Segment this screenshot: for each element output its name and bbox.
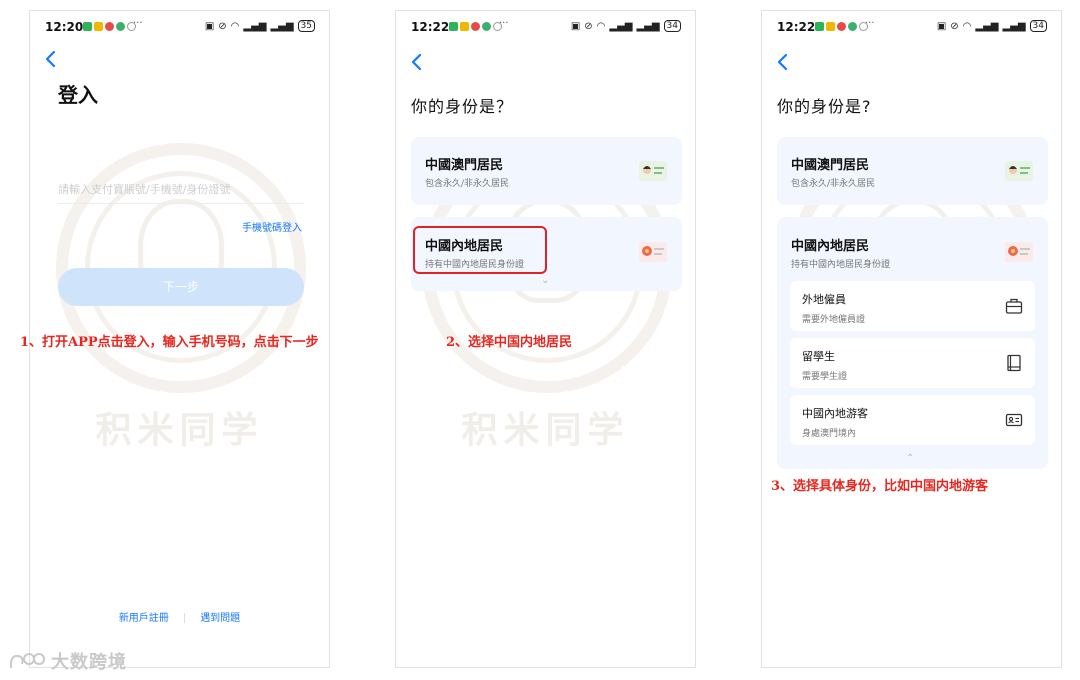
selection-highlight [413, 226, 547, 274]
chevron-up-icon[interactable]: ⌃ [906, 453, 914, 464]
more-notifications-icon: ··· [865, 18, 875, 29]
wifi-icon: ◠ [230, 20, 240, 32]
wifi-icon: ◠ [596, 20, 606, 32]
watermark-text: 积米同学 [95, 410, 264, 451]
sub-option-foreign-worker[interactable]: 外地僱員 需要外地僱員證 [790, 281, 1035, 331]
mainland-id-card-icon [639, 242, 667, 262]
status-bar: 12:20 ··· ▣ ⊘ ◠ ▂▄▆ ▂▄▆ 35 [45, 18, 315, 36]
chevron-down-icon[interactable]: ⌄ [541, 275, 549, 286]
phone-screen-identity-detail: 积米同学 12:22 ··· ▣ ⊘ ◠ ▂▄▆ ▂▄▆ 34 你的身份是? 中… [761, 10, 1062, 668]
signal-icon: ▂▄▆ [975, 20, 999, 32]
sub-option-student[interactable]: 留學生 需要學生證 [790, 338, 1035, 388]
watermark-text: 积米同学 [461, 410, 630, 451]
status-time: 12:20 [45, 20, 84, 34]
signal-icon: ▂▄▆ [609, 20, 633, 32]
register-link[interactable]: 新用戶註冊 [119, 613, 169, 624]
corner-logo: 大数跨境 [8, 648, 127, 674]
book-icon [1007, 354, 1021, 372]
identity-question: 你的身份是? [777, 97, 872, 116]
help-link[interactable]: 遇到問題 [200, 613, 240, 624]
status-bar: 12:22 ··· ▣ ⊘ ◠ ▂▄▆ ▂▄▆ 34 [411, 18, 681, 36]
signal-icon: ▂▄▆ [636, 20, 660, 32]
notification-icons [83, 22, 136, 31]
signal-icon: ▂▄▆ [243, 20, 267, 32]
mute-icon: ⊘ [950, 20, 959, 32]
app-notification-icon [826, 22, 835, 31]
id-card-icon [1005, 413, 1023, 427]
back-arrow-icon[interactable] [409, 52, 425, 72]
option-title: 中國澳門居民 [425, 158, 504, 173]
option-macau-resident[interactable]: 中國澳門居民 包含永久/非永久居民 [777, 137, 1048, 205]
back-arrow-icon[interactable] [43, 49, 59, 69]
option-title: 中國澳門居民 [791, 158, 870, 173]
battery-icon: 35 [297, 20, 315, 32]
nfc-icon: ▣ [204, 20, 215, 32]
sub-option-mainland-tourist[interactable]: 中國內地游客 身處澳門境內 [790, 395, 1035, 445]
logo-mark-icon [9, 653, 45, 669]
mute-icon: ⊘ [584, 20, 593, 32]
option-title: 中國內地居民 [791, 239, 870, 254]
sub-option-title: 外地僱員 [802, 293, 846, 306]
system-status-icons: ▣ ⊘ ◠ ▂▄▆ ▂▄▆ 34 [571, 20, 681, 32]
signal-icon: ▂▄▆ [270, 20, 294, 32]
bottom-links: 新用戶註冊 遇到問題 [30, 609, 329, 624]
notification-icons [815, 22, 868, 31]
back-arrow-icon[interactable] [775, 52, 791, 72]
app-notification-icon [460, 22, 469, 31]
logo-text: 大数跨境 [51, 652, 127, 673]
sub-option-subtitle: 需要學生證 [802, 372, 848, 382]
page-title: 登入 [58, 83, 98, 107]
more-notifications-icon: ··· [499, 18, 509, 29]
option-subtitle: 包含永久/非永久居民 [791, 179, 876, 189]
app-notification-icon [471, 22, 480, 31]
app-notification-icon [116, 22, 125, 31]
signal-icon: ▂▄▆ [1002, 20, 1026, 32]
mainland-id-card-icon [1005, 242, 1033, 262]
sub-option-title: 中國內地游客 [802, 407, 868, 420]
app-notification-icon [837, 22, 846, 31]
more-notifications-icon: ··· [133, 18, 143, 29]
sub-option-subtitle: 身處澳門境內 [802, 429, 857, 439]
next-button[interactable]: 下一步 [58, 268, 304, 306]
mute-icon: ⊘ [218, 20, 227, 32]
option-macau-resident[interactable]: 中國澳門居民 包含永久/非永久居民 [411, 137, 682, 205]
app-notification-icon [105, 22, 114, 31]
option-subtitle: 持有中國內地居民身份證 [791, 260, 891, 270]
step-2-caption: 2、选择中国内地居民 [446, 335, 573, 350]
battery-icon: 34 [1029, 20, 1047, 32]
sub-option-title: 留學生 [802, 350, 835, 363]
system-status-icons: ▣ ⊘ ◠ ▂▄▆ ▂▄▆ 34 [937, 20, 1047, 32]
macau-id-card-icon [1005, 161, 1033, 181]
status-bar: 12:22 ··· ▣ ⊘ ◠ ▂▄▆ ▂▄▆ 34 [777, 18, 1047, 36]
option-subtitle: 包含永久/非永久居民 [425, 179, 510, 189]
app-notification-icon [83, 22, 92, 31]
status-time: 12:22 [411, 20, 450, 34]
app-notification-icon [848, 22, 857, 31]
account-input[interactable] [58, 176, 304, 204]
app-notification-icon [94, 22, 103, 31]
option-mainland-resident-expanded[interactable]: 中國內地居民 持有中國內地居民身份證 外地僱員 需要外地僱員證 留學生 需要學生… [777, 217, 1048, 469]
app-notification-icon [482, 22, 491, 31]
identity-question: 你的身份是？ [411, 97, 514, 116]
nfc-icon: ▣ [936, 20, 947, 32]
briefcase-icon [1005, 298, 1023, 314]
phone-login-link[interactable]: 手機號碼登入 [242, 219, 302, 234]
macau-id-card-icon [639, 161, 667, 181]
wifi-icon: ◠ [962, 20, 972, 32]
step-3-caption: 3、选择具体身份，比如中国内地游客 [771, 479, 989, 494]
system-status-icons: ▣ ⊘ ◠ ▂▄▆ ▂▄▆ 35 [205, 20, 315, 32]
nfc-icon: ▣ [570, 20, 581, 32]
sub-option-subtitle: 需要外地僱員證 [802, 315, 866, 325]
status-time: 12:22 [777, 20, 816, 34]
step-1-caption: 1、打开APP点击登入，输入手机号码，点击下一步 [20, 335, 319, 350]
app-notification-icon [815, 22, 824, 31]
battery-icon: 34 [663, 20, 681, 32]
notification-icons [449, 22, 502, 31]
link-divider [184, 613, 185, 623]
app-notification-icon [449, 22, 458, 31]
